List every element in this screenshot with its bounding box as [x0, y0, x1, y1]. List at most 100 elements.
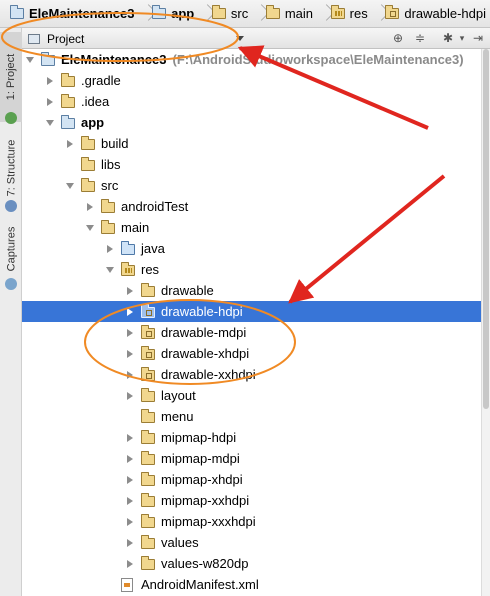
- tree-node-label: menu: [161, 409, 194, 424]
- breadcrumb-separator: [200, 3, 206, 25]
- expand-arrow-closed-icon[interactable]: [127, 308, 133, 316]
- tree-node-src[interactable]: src: [22, 175, 490, 196]
- tree-node-name: androidTest: [121, 199, 189, 214]
- tree-node-idea[interactable]: .idea: [22, 91, 490, 112]
- module-folder-icon: [61, 115, 75, 129]
- folder-icon: [141, 535, 155, 549]
- scrollbar-thumb[interactable]: [483, 49, 489, 409]
- view-selector-label: Project: [47, 31, 85, 46]
- tree-node-name: main: [121, 220, 150, 235]
- breadcrumb-item-main[interactable]: main: [262, 3, 317, 25]
- gear-menu-caret-icon[interactable]: ▾: [454, 30, 470, 46]
- expand-arrow-open-icon[interactable]: [66, 183, 74, 189]
- tree-scrollbar[interactable]: [481, 49, 490, 596]
- tree-node-res[interactable]: res: [22, 259, 490, 280]
- tree-node-name: layout: [161, 388, 196, 403]
- expand-arrow-open-icon[interactable]: [46, 120, 54, 126]
- resource-folder-icon: [121, 262, 135, 276]
- tree-node-mipmap-xxxhdpi[interactable]: mipmap-xxxhdpi: [22, 511, 490, 532]
- tree-node-name: mipmap-xhdpi: [161, 472, 243, 487]
- captures-icon: [5, 278, 17, 290]
- tree-node-main[interactable]: main: [22, 217, 490, 238]
- tree-node-label: java: [141, 241, 165, 256]
- tree-node-label: mipmap-xhdpi: [161, 472, 243, 487]
- tree-node-drawable-xxhdpi[interactable]: drawable-xxhdpi: [22, 364, 490, 385]
- expand-arrow-closed-icon[interactable]: [67, 140, 73, 148]
- tree-node-label: mipmap-xxxhdpi: [161, 514, 256, 529]
- tree-node-mipmap-mdpi[interactable]: mipmap-mdpi: [22, 448, 490, 469]
- expand-arrow-closed-icon[interactable]: [127, 371, 133, 379]
- tree-node-build[interactable]: build: [22, 133, 490, 154]
- tree-node-values[interactable]: values: [22, 532, 490, 553]
- breadcrumb-item-res[interactable]: res: [327, 3, 372, 25]
- tree-node-name: drawable-xxhdpi: [161, 367, 256, 382]
- expand-arrow-closed-icon[interactable]: [47, 77, 53, 85]
- breadcrumb-separator: [254, 3, 260, 25]
- project-panel-header: Project ⊕ ≑ ✱ ▾ ⇥: [22, 28, 490, 49]
- tree-node-name: build: [101, 136, 129, 151]
- expand-arrow-closed-icon[interactable]: [127, 539, 133, 547]
- tree-node-name: src: [101, 178, 119, 193]
- expand-arrow-closed-icon[interactable]: [127, 434, 133, 442]
- tree-node-mipmap-hdpi[interactable]: mipmap-hdpi: [22, 427, 490, 448]
- tree-node-label: mipmap-xxhdpi: [161, 493, 249, 508]
- folder-icon: [81, 178, 95, 192]
- structure-icon: [5, 200, 17, 212]
- expand-arrow-closed-icon[interactable]: [127, 455, 133, 463]
- package-folder-icon: [141, 325, 155, 339]
- tree-node-label: drawable-xxhdpi: [161, 367, 256, 382]
- breadcrumb-label: drawable-hdpi: [404, 6, 487, 21]
- tree-node-drawable-xhdpi[interactable]: drawable-xhdpi: [22, 343, 490, 364]
- expand-arrow-open-icon[interactable]: [86, 225, 94, 231]
- tree-node-menu[interactable]: menu: [22, 406, 490, 427]
- expand-arrow-closed-icon[interactable]: [127, 497, 133, 505]
- tree-node-androidmanifest-xml[interactable]: AndroidManifest.xml: [22, 574, 490, 595]
- tree-node-elemaintenance3[interactable]: EleMaintenance3 (F:\AndroidStudioworkspac…: [22, 49, 490, 70]
- tab-structure[interactable]: 7: Structure: [0, 128, 22, 212]
- expand-arrow-closed-icon[interactable]: [47, 98, 53, 106]
- package-folder-icon: [141, 346, 155, 360]
- folder-icon: [265, 5, 280, 19]
- hide-panel-icon[interactable]: ⇥: [470, 30, 486, 46]
- tree-node-androidtest[interactable]: androidTest: [22, 196, 490, 217]
- expand-arrow-closed-icon[interactable]: [107, 245, 113, 253]
- breadcrumb-label: main: [284, 6, 314, 21]
- breadcrumb-item-src[interactable]: src: [208, 3, 252, 25]
- tree-node-label: res: [141, 262, 159, 277]
- tree-node-label: mipmap-hdpi: [161, 430, 236, 445]
- tree-node-name: EleMaintenance3: [61, 52, 167, 67]
- breadcrumb-item-drawable-hdpi[interactable]: drawable-hdpi: [381, 3, 490, 25]
- expand-arrow-closed-icon[interactable]: [127, 392, 133, 400]
- expand-arrow-closed-icon[interactable]: [127, 350, 133, 358]
- expand-arrow-closed-icon[interactable]: [87, 203, 93, 211]
- tree-node-libs[interactable]: libs: [22, 154, 490, 175]
- breadcrumb-item-project[interactable]: EleMaintenance3: [6, 3, 139, 25]
- expand-arrow-closed-icon[interactable]: [127, 476, 133, 484]
- tree-node-gradle[interactable]: .gradle: [22, 70, 490, 91]
- tab-project[interactable]: 1: Project: [0, 32, 22, 124]
- expand-arrow-closed-icon[interactable]: [127, 518, 133, 526]
- expand-arrow-open-icon[interactable]: [106, 267, 114, 273]
- expand-arrow-open-icon[interactable]: [26, 57, 34, 63]
- tree-node-drawable-mdpi[interactable]: drawable-mdpi: [22, 322, 490, 343]
- tree-node-layout[interactable]: layout: [22, 385, 490, 406]
- tree-node-values-w820dp[interactable]: values-w820dp: [22, 553, 490, 574]
- expand-arrow-closed-icon[interactable]: [127, 329, 133, 337]
- tree-node-app[interactable]: app: [22, 112, 490, 133]
- breadcrumb-item-app[interactable]: app: [148, 3, 198, 25]
- collapse-all-icon[interactable]: ≑: [412, 30, 428, 46]
- scroll-from-source-icon[interactable]: ⊕: [390, 30, 406, 46]
- tab-captures-label: Captures: [5, 226, 18, 272]
- tree-node-drawable-hdpi[interactable]: drawable-hdpi: [22, 301, 490, 322]
- expand-arrow-closed-icon[interactable]: [127, 560, 133, 568]
- view-selector-dropdown[interactable]: Project: [28, 30, 250, 47]
- tree-node-mipmap-xhdpi[interactable]: mipmap-xhdpi: [22, 469, 490, 490]
- tree-node-java[interactable]: java: [22, 238, 490, 259]
- tree-node-name: mipmap-hdpi: [161, 430, 237, 445]
- breadcrumb-label: EleMaintenance3: [29, 6, 135, 21]
- tree-node-mipmap-xxhdpi[interactable]: mipmap-xxhdpi: [22, 490, 490, 511]
- expand-arrow-closed-icon[interactable]: [127, 287, 133, 295]
- tab-captures[interactable]: Captures: [0, 214, 22, 290]
- tree-node-drawable[interactable]: drawable: [22, 280, 490, 301]
- tree-node-label: AndroidManifest.xml: [141, 577, 259, 592]
